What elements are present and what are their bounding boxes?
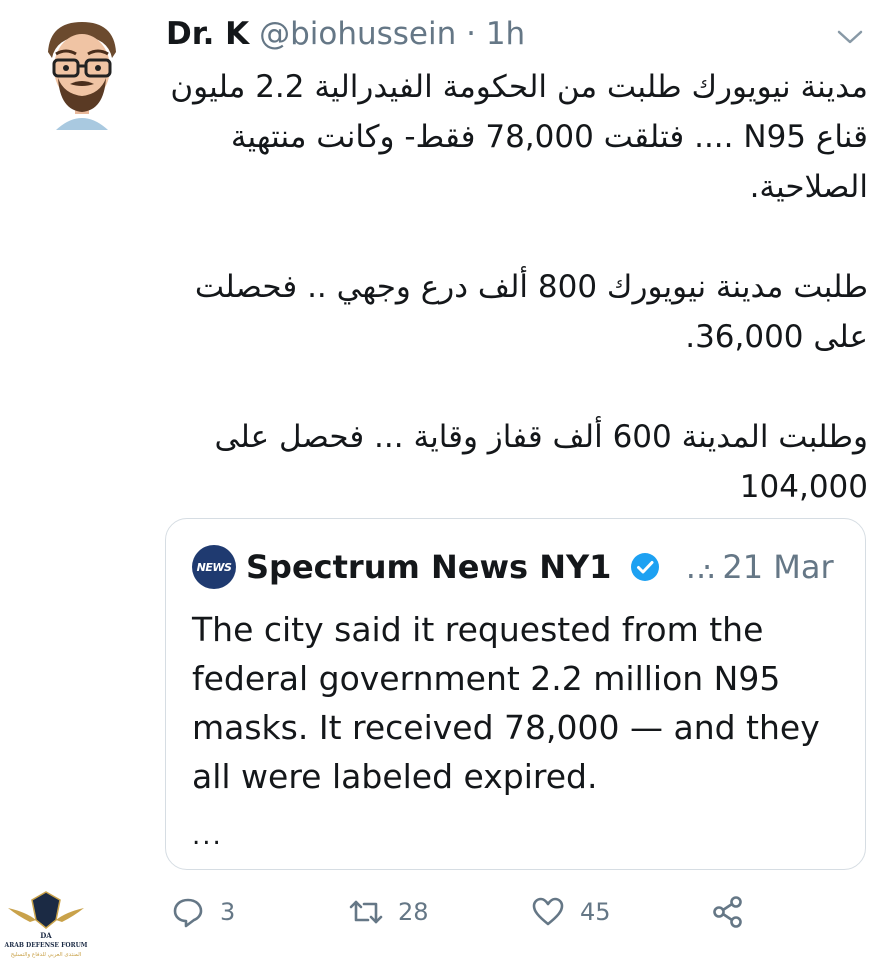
chevron-down-icon[interactable]	[836, 28, 864, 46]
avatar[interactable]	[42, 18, 122, 136]
share-icon	[713, 896, 742, 928]
reply-button[interactable]: 3	[170, 894, 235, 930]
retweet-icon	[349, 900, 383, 924]
spectrum-news-logo-icon: NEWS	[192, 545, 236, 589]
display-name[interactable]: Dr. K	[166, 16, 249, 52]
like-count: 45	[580, 898, 611, 926]
tweet-text: مدينة نيويورك طلبت من الحكومة الفيدرالية…	[150, 62, 868, 512]
handle[interactable]: @biohussein	[259, 16, 456, 52]
verified-badge-icon	[630, 549, 660, 581]
tweet-paragraph: طلبت مدينة نيويورك 800 ألف درع وجهي .. ف…	[194, 269, 868, 355]
retweet-count: 28	[398, 898, 429, 926]
quoted-account-name[interactable]: Spectrum News NY1	[246, 548, 611, 586]
separator: ·	[466, 16, 476, 52]
logo-text: NEWS	[196, 560, 232, 574]
share-button[interactable]	[710, 894, 746, 930]
quoted-tweet-text: The city said it requested from the fede…	[192, 610, 820, 796]
tweet-paragraph: مدينة نيويورك طلبت من الحكومة الفيدرالية…	[170, 69, 868, 205]
watermark-mark: DA	[40, 931, 52, 940]
quoted-tweet-header: Spectrum News NY1 ...	[246, 545, 716, 589]
timestamp[interactable]: 1h	[486, 16, 525, 52]
quoted-date[interactable]: · 21 Mar	[702, 545, 834, 589]
tweet-header: Dr. K @biohussein · 1h	[166, 14, 525, 54]
watermark-title: ARAB DEFENSE FORUM	[4, 942, 88, 949]
quoted-tweet[interactable]: NEWS Spectrum News NY1 ... · 21 Mar The …	[165, 518, 866, 870]
heart-icon	[532, 897, 564, 926]
retweet-button[interactable]: 28	[348, 894, 429, 930]
tweet-paragraph: وطلبت المدينة 600 ألف قفاز وقاية ... فحص…	[214, 419, 868, 505]
arab-defense-forum-watermark: DA ARAB DEFENSE FORUM المنتدى العربي للد…	[0, 886, 92, 960]
quoted-more-ellipsis: ...	[192, 821, 223, 851]
reply-count: 3	[220, 898, 236, 926]
reply-icon	[173, 898, 203, 928]
watermark-subtitle: المنتدى العربي للدفاع والتسليح	[11, 952, 82, 958]
like-button[interactable]: 45	[530, 894, 611, 930]
